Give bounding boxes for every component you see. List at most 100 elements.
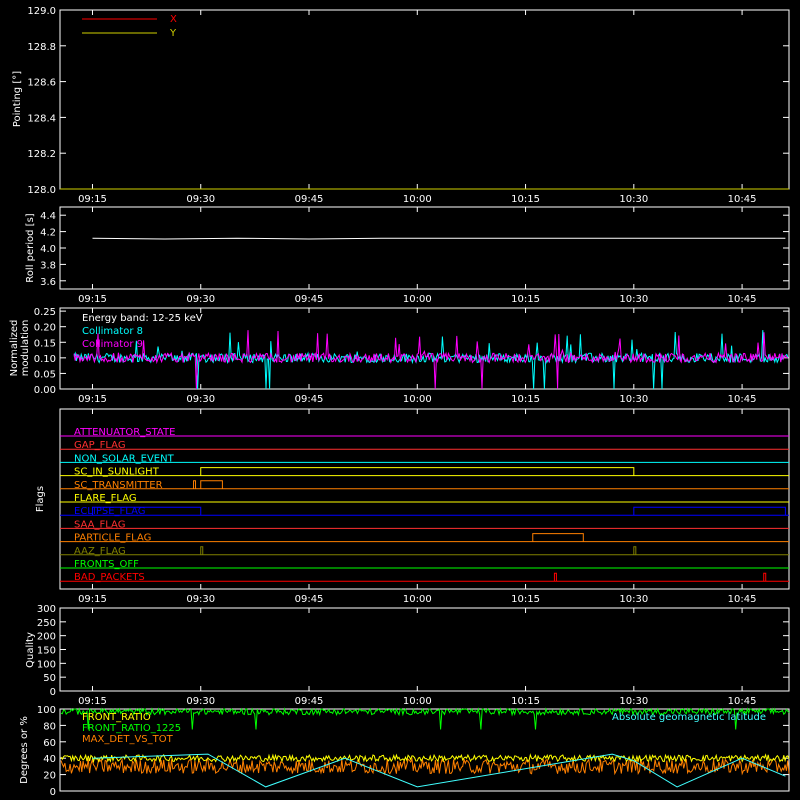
x-tick-label: 10:45 <box>728 294 757 305</box>
flag-label-particle_flag: PARTICLE_FLAG <box>74 533 151 544</box>
x-tick-label: 09:45 <box>295 696 324 707</box>
x-tick-label: 09:15 <box>78 194 107 205</box>
legend-geomagnetic-latitude: Absolute geomagnetic latitude <box>612 712 766 723</box>
flag-label-aaz_flag: AAZ_FLAG <box>74 546 126 557</box>
y-tick-label: 80 <box>43 721 56 732</box>
x-tick-label: 09:45 <box>295 394 324 405</box>
x-tick-label: 09:30 <box>186 294 215 305</box>
flag-label-fronts_off: FRONTS_OFF <box>74 559 139 570</box>
panel-flags: 09:15 09:30 09:45 10:00 10:15 10:30 10:45 ATTE… <box>35 408 790 605</box>
flag-segment <box>200 480 223 489</box>
x-tick-label: 10:00 <box>403 696 432 707</box>
y-ticks: 3.6 3.8 4.0 4.2 4.4 <box>40 211 789 288</box>
y-axis-label: Flags <box>35 486 46 512</box>
x-ticks: 09:15 09:30 09:45 10:00 10:15 10:30 10:45 <box>78 608 756 707</box>
y-tick-label: 3.6 <box>40 277 56 288</box>
flag-segment <box>553 572 557 582</box>
y-tick-label: 3.8 <box>40 260 56 271</box>
plot-frame <box>59 607 790 692</box>
x-tick-label: 10:15 <box>511 394 540 405</box>
y-tick-label: 200 <box>37 632 56 643</box>
series-lines <box>92 237 786 240</box>
flag-segment <box>633 546 637 555</box>
x-tick-label: 10:30 <box>619 594 648 605</box>
y-tick-label: 0.10 <box>34 354 56 365</box>
panel-roll-period: 3.6 3.8 4.0 4.2 4.4 09:15 09:30 09:45 10:00 10:1… <box>25 206 790 305</box>
flag-label-bad_packets: BAD_PACKETS <box>74 572 145 583</box>
legend-collimator-8: Collimator 8 <box>82 326 143 337</box>
y-tick-label: 250 <box>37 618 56 629</box>
y-tick-label: 0.05 <box>34 369 56 380</box>
y-tick-label: 0.25 <box>34 307 56 318</box>
series-lines <box>73 330 789 390</box>
y-tick-label: 0.20 <box>34 323 56 334</box>
x-tick-label: 10:45 <box>728 594 757 605</box>
chart: 128.0 128.2 128.4 128.6 128.8 129.0 09:15 09:3… <box>0 0 800 800</box>
y-tick-label: 129.0 <box>27 6 56 17</box>
y-tick-label: 40 <box>43 754 56 765</box>
y-tick-label: 0.15 <box>34 338 56 349</box>
y-axis-label: Quality <box>25 632 36 668</box>
flag-segment <box>633 506 786 516</box>
legend-label-y: Y <box>169 28 177 39</box>
y-tick-label: 0 <box>50 787 56 798</box>
x-tick-label: 09:45 <box>295 594 324 605</box>
y-tick-label: 0 <box>50 687 56 698</box>
y-axis-label-line-1: Normalized <box>9 320 20 377</box>
flag-label-gap_flag: GAP_FLAG <box>74 440 126 451</box>
x-tick-label: 09:30 <box>186 394 215 405</box>
flag-segment <box>200 467 635 476</box>
x-tick-label: 10:00 <box>403 594 432 605</box>
y-tick-label: 128.4 <box>27 113 56 124</box>
y-tick-label: 100 <box>37 705 56 716</box>
y-tick-label: 128.2 <box>27 149 56 160</box>
x-tick-label: 09:15 <box>78 594 107 605</box>
x-tick-label: 10:15 <box>511 594 540 605</box>
flag-label-sc_transmitter: SC_TRANSMITTER <box>74 480 163 491</box>
legend-label-x: X <box>170 14 177 25</box>
x-tick-label: 10:30 <box>619 194 648 205</box>
x-tick-label: 10:30 <box>619 294 648 305</box>
flag-label-flare_flag: FLARE_FLAG <box>74 493 137 504</box>
y-tick-label: 0.00 <box>34 385 56 396</box>
flag-segment <box>763 572 767 582</box>
x-tick-label: 09:15 <box>78 294 107 305</box>
y-tick-label: 4.2 <box>40 228 56 239</box>
x-tick-label: 09:15 <box>78 696 107 707</box>
flag-label-saa_flag: SAA_FLAG <box>74 519 125 530</box>
x-ticks: 09:15 09:30 09:45 10:00 10:15 10:30 10:45 <box>78 10 756 205</box>
panel-modulation: 0.00 0.05 0.10 0.15 0.20 0.25 09:15 09:30 09:45… <box>9 307 790 405</box>
plot-frame <box>59 206 790 290</box>
y-axis-label: Pointing [°] <box>12 71 23 127</box>
x-tick-label: 10:15 <box>511 194 540 205</box>
x-tick-label: 10:00 <box>403 294 432 305</box>
x-tick-label: 10:30 <box>619 696 648 707</box>
y-axis-label: Roll period [s] <box>25 213 36 282</box>
flag-segment <box>532 533 584 542</box>
series-roll-period-line <box>92 237 786 240</box>
flag-label-attenuator_state: ATTENUATOR_STATE <box>74 427 175 438</box>
x-tick-label: 09:45 <box>295 194 324 205</box>
y-tick-label: 128.0 <box>27 185 56 196</box>
x-tick-label: 10:15 <box>511 696 540 707</box>
energy-band-annotation: Energy band: 12-25 keV <box>82 313 203 324</box>
x-tick-label: 09:15 <box>78 394 107 405</box>
flag-rows: ATTENUATOR_STATE GAP_FLAG NON_SOLAR_EVENT S… <box>60 427 789 583</box>
legend-front-ratio: FRONT_RATIO <box>82 712 151 723</box>
y-axis-label: Degrees or % <box>19 716 30 784</box>
x-tick-label: 09:30 <box>186 194 215 205</box>
y-tick-label: 4.0 <box>40 244 56 255</box>
x-tick-label: 10:45 <box>728 696 757 707</box>
series-max-det-vs-tot-line <box>60 757 790 776</box>
y-tick-label: 4.4 <box>40 211 56 222</box>
y-tick-label: 50 <box>43 673 56 684</box>
y-axis-label-line-2: modulation <box>20 320 31 377</box>
y-tick-label: 128.8 <box>27 42 56 53</box>
y-ticks: 0 50 100 150 200 250 300 <box>37 604 789 698</box>
x-tick-label: 10:30 <box>619 394 648 405</box>
x-tick-label: 10:00 <box>403 394 432 405</box>
series-collimator-8-line <box>73 330 789 390</box>
panel-quality: 0 50 100 150 200 250 300 09:15 09:30 09:45 10:00 1… <box>25 604 790 707</box>
x-tick-label: 09:45 <box>295 294 324 305</box>
legend-max-det-vs-tot: MAX_DET_VS_TOT <box>82 734 174 745</box>
